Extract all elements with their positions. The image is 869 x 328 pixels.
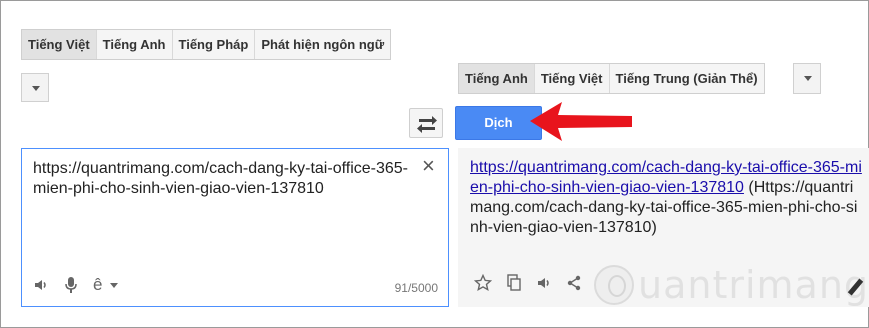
chevron-down-icon — [32, 86, 40, 91]
chevron-down-icon — [110, 282, 119, 288]
source-tab-english[interactable]: Tiếng Anh — [97, 30, 173, 59]
star-icon[interactable] — [474, 274, 492, 292]
target-language-dropdown[interactable] — [793, 63, 821, 94]
watermark-text: uantrimang — [638, 263, 869, 307]
input-tool-label: ê — [93, 275, 103, 294]
character-counter: 91/5000 — [394, 281, 438, 295]
watermark-circle-icon — [594, 265, 634, 305]
source-tab-french[interactable]: Tiếng Pháp — [173, 30, 256, 59]
swap-icon — [417, 116, 437, 133]
result-toolbar — [474, 274, 596, 292]
speaker-icon[interactable] — [33, 277, 49, 293]
watermark-logo: uantrimang — [594, 263, 869, 307]
speaker-icon[interactable] — [536, 275, 552, 291]
translation-result: https://quantrimang.com/cach-dang-ky-tai… — [470, 158, 865, 238]
target-language-tabs: Tiếng Anh Tiếng Việt Tiếng Trung (Giản T… — [458, 63, 765, 94]
source-text-area[interactable]: https://quantrimang.com/cach-dang-ky-tai… — [21, 148, 449, 307]
swap-languages-button[interactable] — [409, 108, 443, 138]
target-tab-english[interactable]: Tiếng Anh — [459, 64, 535, 93]
chevron-down-icon — [804, 76, 812, 81]
target-tab-vietnamese[interactable]: Tiếng Việt — [535, 64, 610, 93]
red-arrow-annotation — [530, 102, 632, 141]
input-tools-button[interactable]: ê — [93, 275, 119, 295]
source-language-dropdown[interactable] — [21, 73, 49, 102]
microphone-icon[interactable] — [63, 276, 79, 294]
source-toolbar: ê — [33, 275, 132, 295]
copy-icon[interactable] — [506, 274, 522, 292]
source-text[interactable]: https://quantrimang.com/cach-dang-ky-tai… — [33, 159, 408, 199]
source-language-tabs: Tiếng Việt Tiếng Anh Tiếng Pháp Phát hiệ… — [21, 29, 392, 60]
share-icon[interactable] — [566, 275, 582, 291]
target-tab-chinese-simplified[interactable]: Tiếng Trung (Giản Thể) — [610, 64, 764, 93]
source-tab-vietnamese[interactable]: Tiếng Việt — [22, 30, 97, 59]
source-tab-detect-language[interactable]: Phát hiện ngôn ngữ — [255, 30, 390, 59]
clear-icon[interactable]: × — [422, 155, 435, 177]
